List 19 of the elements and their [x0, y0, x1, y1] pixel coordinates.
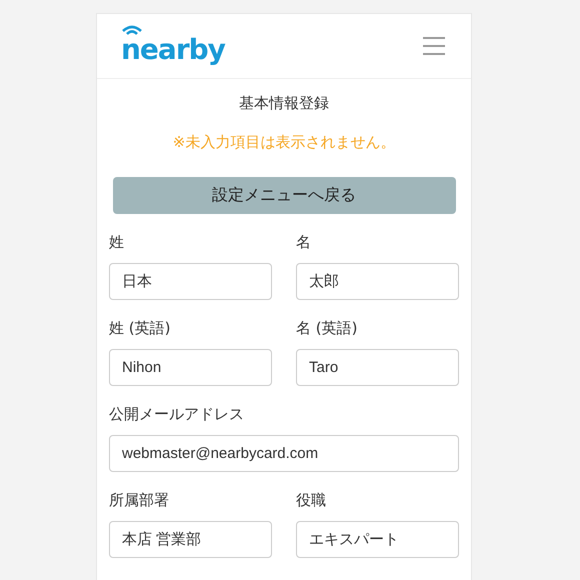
input-field[interactable]: 太郎 — [296, 263, 459, 300]
logo: nearby — [121, 36, 225, 64]
input-field[interactable]: webmaster@nearbycard.com — [109, 435, 459, 472]
field-label: 名 — [296, 232, 311, 253]
page-title: 基本情報登録 — [239, 93, 329, 113]
input-field[interactable]: Taro — [296, 349, 459, 386]
input-field[interactable]: Nihon — [109, 349, 272, 386]
input-field[interactable]: 本店 営業部 — [109, 521, 272, 558]
field-label: 役職 — [296, 490, 326, 511]
input-field[interactable]: エキスパート — [296, 521, 459, 558]
menu-button[interactable] — [423, 37, 445, 55]
field-label: 姓 — [109, 232, 124, 253]
back-button[interactable]: 設定メニューへ戻る — [112, 177, 456, 214]
field-label: 名 (英語) — [296, 318, 358, 339]
field-label: 所属部署 — [109, 490, 169, 511]
input-field[interactable]: 日本 — [109, 263, 272, 300]
notice-text: ※未入力項目は表示されません。 — [172, 132, 396, 152]
field-label: 公開メールアドレス — [109, 404, 244, 425]
field-label: 姓 (英語) — [109, 318, 170, 339]
